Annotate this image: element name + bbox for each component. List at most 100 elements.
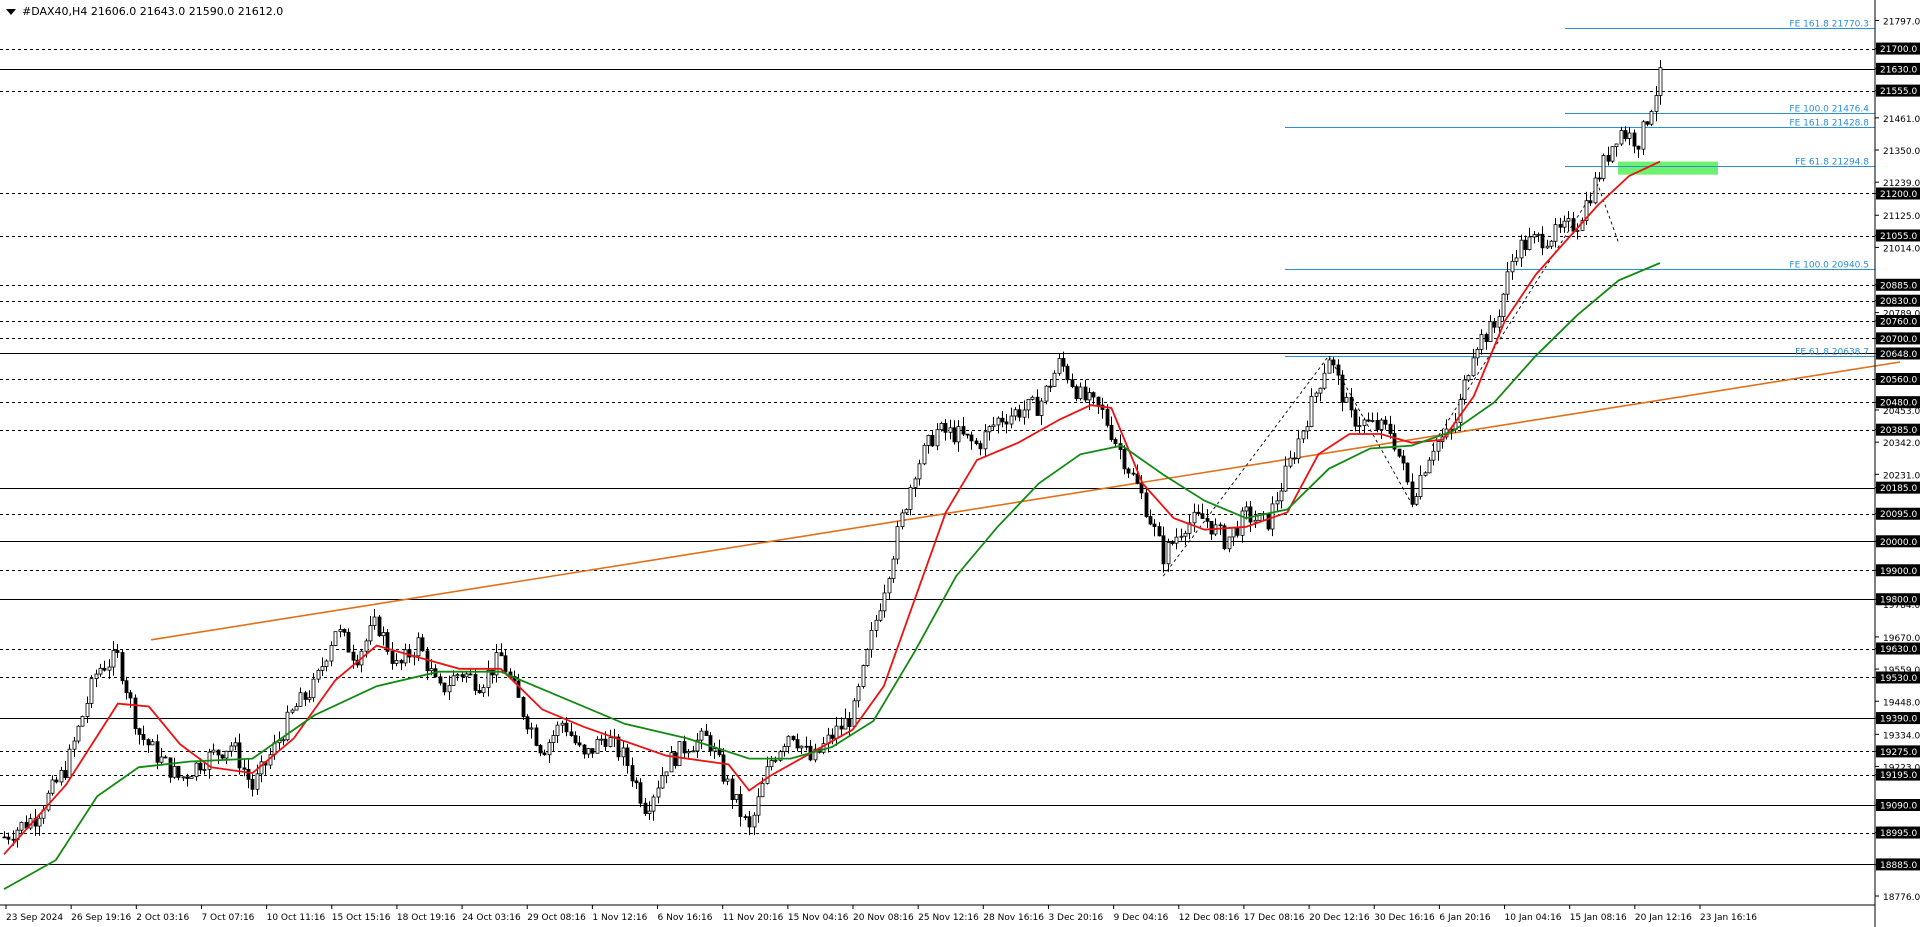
candle-body — [1610, 146, 1615, 162]
candle-body — [1200, 513, 1205, 519]
candle-body — [1131, 472, 1136, 475]
candle-body — [403, 649, 408, 664]
candle-body — [773, 759, 778, 762]
candle-body — [19, 821, 24, 831]
candle-body — [216, 749, 221, 756]
candle-body — [381, 632, 386, 637]
candle-body — [338, 629, 343, 633]
time-tick-label: 10 Oct 11:16 — [267, 913, 326, 923]
candle-body — [1458, 399, 1463, 424]
level-price-label: 20385.0 — [1880, 426, 1917, 436]
candle-body — [460, 674, 465, 678]
candle-body — [969, 434, 974, 442]
candle-body — [1401, 455, 1406, 464]
level-price-label: 19195.0 — [1880, 771, 1917, 781]
candle-body — [878, 610, 883, 621]
price-tick-label: 19670.0 — [1883, 634, 1920, 644]
candle-body — [664, 771, 669, 777]
candle-body — [1519, 239, 1524, 259]
candle-body — [477, 689, 482, 694]
candle-body — [1065, 365, 1070, 381]
price-chart[interactable]: FE 161.8 21770.3 FE 100.0 21476.4 FE 161.8… — [0, 0, 1920, 927]
candle-body — [46, 792, 51, 811]
candle-body — [1475, 348, 1480, 359]
candle-body — [1501, 293, 1506, 317]
time-tick-label: 12 Dec 08:16 — [1179, 913, 1240, 923]
chart-window[interactable]: #DAX40,H4 21606.0 21643.0 21590.0 21612.… — [0, 0, 1920, 927]
level-price-label: 20185.0 — [1880, 484, 1917, 494]
candle-body — [555, 724, 560, 736]
candle-body — [1083, 386, 1088, 401]
time-tick-label: 15 Nov 04:16 — [788, 913, 849, 923]
time-tick-label: 25 Nov 12:16 — [918, 913, 979, 923]
candle-body — [1113, 439, 1118, 445]
level-price-label: 20830.0 — [1880, 297, 1917, 307]
candle-body — [1353, 409, 1358, 427]
candle-body — [926, 435, 931, 446]
candle-body — [625, 747, 630, 766]
candle-body — [1405, 462, 1410, 483]
candle-body — [1048, 385, 1053, 388]
candle-body — [189, 776, 194, 779]
candle-body — [1514, 257, 1519, 262]
candle-body — [224, 750, 229, 759]
candle-body — [316, 669, 321, 680]
candle-body — [1248, 506, 1253, 523]
candle-body — [185, 776, 190, 779]
candle-body — [582, 744, 587, 755]
candle-body — [76, 725, 81, 742]
time-tick-label: 28 Nov 16:16 — [983, 913, 1044, 923]
candle-body — [1022, 409, 1027, 418]
candle-body — [37, 817, 42, 827]
candle-body — [534, 727, 539, 746]
candle-body — [59, 770, 64, 783]
candle-body — [159, 756, 164, 763]
candle-body — [608, 737, 613, 747]
candle-body — [1144, 492, 1149, 517]
candle-body — [481, 687, 486, 694]
price-tick-label: 19448.0 — [1883, 698, 1920, 708]
candle-body — [333, 631, 338, 646]
candle-body — [752, 814, 757, 828]
candle-body — [930, 435, 935, 447]
candle-body — [712, 748, 717, 752]
fib-label: FE 100.0 21476.4 — [1789, 105, 1869, 115]
candle-body — [368, 625, 373, 642]
level-price-label: 21055.0 — [1880, 232, 1917, 242]
candle-body — [390, 650, 395, 664]
candle-body — [429, 668, 434, 672]
candle-body — [242, 767, 247, 770]
candle-body — [577, 742, 582, 746]
candle-body — [1479, 334, 1484, 350]
candle-body — [1383, 419, 1388, 425]
candle-body — [1532, 234, 1537, 238]
candle-body — [1636, 145, 1641, 150]
candle-body — [11, 838, 16, 841]
candle-body — [141, 734, 146, 741]
candle-body — [1471, 357, 1476, 377]
candle-body — [1305, 426, 1310, 432]
candle-body — [856, 686, 861, 702]
price-tick-label: 20342.0 — [1883, 439, 1920, 449]
candle-body — [660, 775, 665, 789]
candle-body — [1327, 359, 1332, 374]
candle-body — [673, 752, 678, 767]
candle-body — [176, 765, 181, 778]
candle-body — [67, 748, 72, 778]
level-price-label: 19390.0 — [1880, 715, 1917, 725]
candle-body — [307, 697, 312, 700]
candle-body — [486, 669, 491, 688]
candle-body — [1588, 200, 1593, 204]
candle-body — [1192, 511, 1197, 524]
candle-body — [1122, 449, 1127, 470]
candle-body — [346, 631, 351, 653]
candle-body — [939, 422, 944, 431]
candle-body — [172, 765, 177, 778]
candle-body — [250, 778, 255, 790]
candle-body — [730, 778, 735, 800]
candle-body — [1349, 396, 1354, 411]
candle-body — [342, 629, 347, 633]
candle-body — [1649, 111, 1654, 125]
fib-label: FE 161.8 21770.3 — [1789, 20, 1869, 30]
candle-body — [211, 749, 216, 753]
